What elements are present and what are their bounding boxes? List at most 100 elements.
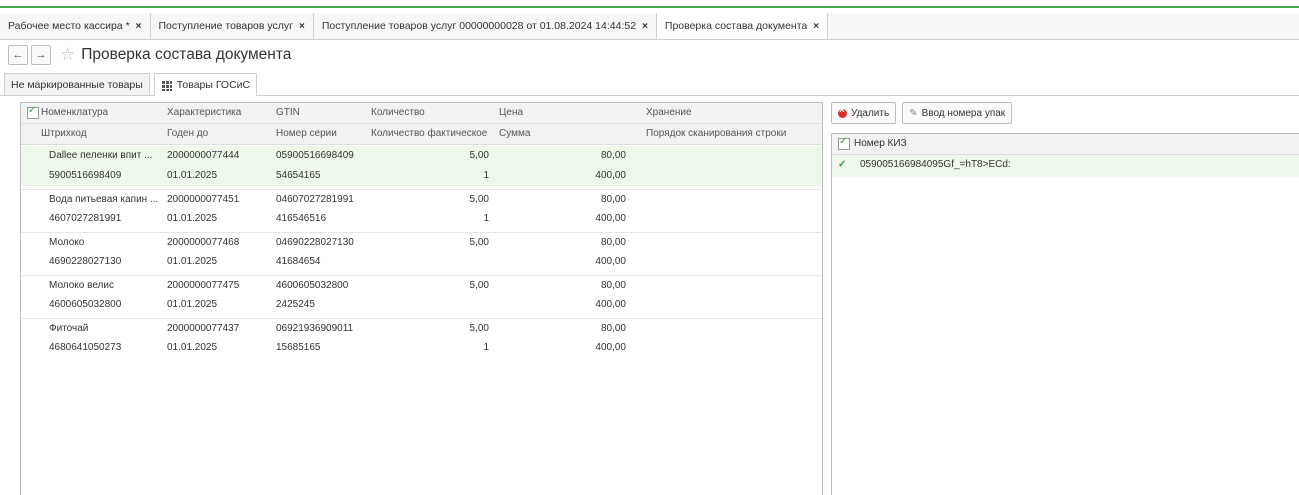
- goods-table: Номенклатура Характеристика GTIN Количес…: [20, 102, 823, 495]
- table-row[interactable]: Dallee пеленки впит ... 2000000077444 05…: [21, 146, 822, 166]
- close-icon[interactable]: ×: [299, 21, 305, 32]
- cell-qty: 5,00: [469, 323, 489, 334]
- cell-barcode: 5900516698409: [49, 170, 122, 181]
- tab-cashier[interactable]: Рабочее место кассира * ×: [0, 13, 151, 39]
- delete-button[interactable]: Удалить: [831, 102, 897, 124]
- kiz-panel: Удалить ✎ Ввод номера упак Номер КИЗ ✓ 0…: [831, 102, 1299, 495]
- col-storage[interactable]: Хранение: [646, 103, 816, 123]
- table-row[interactable]: 5900516698409 01.01.2025 54654165 1 400,…: [21, 166, 822, 186]
- close-icon[interactable]: ×: [642, 21, 648, 32]
- cell-expiry: 01.01.2025: [167, 256, 218, 267]
- delete-label: Удалить: [851, 107, 890, 119]
- enter-package-number-button[interactable]: ✎ Ввод номера упак: [902, 102, 1013, 124]
- col-sum[interactable]: Сумма: [499, 124, 599, 144]
- enter-package-label: Ввод номера упак: [921, 107, 1006, 119]
- pencil-icon: ✎: [909, 107, 918, 119]
- col-barcode[interactable]: Штрихкод: [41, 124, 161, 144]
- table-row[interactable]: Молоко велис 2000000077475 4600605032800…: [21, 275, 822, 296]
- cell-name: Вода питьевая капин ...: [49, 194, 159, 205]
- cell-fact: 1: [483, 170, 489, 181]
- forward-button[interactable]: →: [31, 45, 51, 65]
- cell-qty: 5,00: [469, 150, 489, 161]
- cell-price: 80,00: [600, 150, 626, 161]
- tab-receipt-doc[interactable]: Поступление товаров услуг 00000000028 от…: [314, 13, 657, 39]
- cell-sum: 400,00: [595, 213, 626, 224]
- tab-label: Не маркированные товары: [11, 78, 143, 91]
- tab-check-document[interactable]: Проверка состава документа ×: [656, 13, 829, 39]
- cell-expiry: 01.01.2025: [167, 299, 218, 310]
- col-quantity[interactable]: Количество: [371, 103, 491, 123]
- close-icon[interactable]: ×: [136, 21, 142, 32]
- cell-gtin: 04607027281991: [276, 194, 354, 205]
- cell-expiry: 01.01.2025: [167, 170, 218, 181]
- cell-barcode: 4680641050273: [49, 342, 122, 353]
- cell-sum: 400,00: [595, 299, 626, 310]
- kiz-table-header: Номер КИЗ: [832, 134, 1299, 155]
- table-row[interactable]: Молоко 2000000077468 04690228027130 5,00…: [21, 232, 822, 253]
- cell-fact: 1: [483, 342, 489, 353]
- cell-qty: 5,00: [469, 237, 489, 248]
- table-row[interactable]: Вода питьевая капин ... 2000000077451 04…: [21, 189, 822, 210]
- cell-sum: 400,00: [595, 342, 626, 353]
- tab-label: Рабочее место кассира *: [8, 20, 130, 32]
- cell-serial: 41684654: [276, 256, 321, 267]
- col-gtin[interactable]: GTIN: [276, 103, 366, 123]
- cell-expiry: 01.01.2025: [167, 342, 218, 353]
- tab-label: Проверка состава документа: [664, 20, 808, 32]
- tab-label: Товары ГОСиС: [176, 79, 251, 91]
- delete-icon: [838, 105, 847, 118]
- kiz-toolbar: Удалить ✎ Ввод номера упак: [831, 102, 1018, 124]
- tab-unmarked-goods[interactable]: Не маркированные товары: [4, 73, 150, 95]
- close-icon[interactable]: ×: [813, 21, 819, 32]
- col-scan-order[interactable]: Порядок сканирования строки: [646, 124, 816, 144]
- table-row[interactable]: Фиточай 2000000077437 06921936909011 5,0…: [21, 318, 822, 339]
- cell-fact: [371, 295, 489, 315]
- cell-name: Dallee пеленки впит ...: [49, 150, 153, 161]
- table-header-bottom: Штрихкод Годен до Номер серии Количество…: [21, 124, 822, 145]
- cell-barcode: 4600605032800: [49, 299, 122, 310]
- back-button[interactable]: ←: [8, 45, 28, 65]
- cell-price: 80,00: [600, 280, 626, 291]
- cell-serial: 54654165: [276, 170, 321, 181]
- table-row[interactable]: 4680641050273 01.01.2025 15685165 1 400,…: [21, 338, 822, 358]
- cell-char: 2000000077444: [167, 150, 240, 161]
- cell-serial: 15685165: [276, 342, 321, 353]
- table-icon: [160, 79, 172, 91]
- col-serial[interactable]: Номер серии: [276, 124, 366, 144]
- cell-barcode: 4607027281991: [49, 213, 122, 224]
- cell-name: Молоко: [49, 237, 85, 248]
- col-expiry[interactable]: Годен до: [167, 124, 267, 144]
- cell-char: 2000000077475: [167, 280, 240, 291]
- cell-char: 2000000077468: [167, 237, 240, 248]
- cell-price: 80,00: [600, 237, 626, 248]
- col-nomenclature[interactable]: Номенклатура: [41, 103, 161, 123]
- table-row[interactable]: 4607027281991 01.01.2025 416546516 1 400…: [21, 209, 822, 229]
- table-row[interactable]: 4690228027130 01.01.2025 41684654 400,00: [21, 252, 822, 272]
- tab-gosis-goods[interactable]: Товары ГОСиС: [153, 73, 258, 96]
- kiz-row[interactable]: ✓ 059005166984095Gf_=hT8>ECd:: [832, 155, 1299, 177]
- content-tabs: Не маркированные товары Товары ГОСиС: [0, 73, 1299, 96]
- cell-serial: 416546516: [276, 213, 327, 224]
- cell-gtin: 06921936909011: [276, 323, 354, 334]
- cell-name: Фиточай: [49, 323, 89, 334]
- col-characteristic[interactable]: Характеристика: [167, 103, 267, 123]
- select-all-checkbox[interactable]: [838, 136, 850, 150]
- col-kiz-number[interactable]: Номер КИЗ: [854, 134, 907, 154]
- cell-qty: 5,00: [469, 194, 489, 205]
- kiz-value: 059005166984095Gf_=hT8>ECd:: [860, 159, 1011, 170]
- select-all-checkbox[interactable]: [27, 105, 39, 119]
- tab-receipt[interactable]: Поступление товаров услуг ×: [151, 13, 314, 39]
- table-row[interactable]: 4600605032800 01.01.2025 2425245 400,00: [21, 295, 822, 315]
- title-row: ← → ☆ Проверка состава документа: [8, 42, 291, 68]
- top-accent-bar: [0, 0, 1299, 8]
- checkmark-icon: ✓: [838, 159, 847, 170]
- window-tabs: Рабочее место кассира * × Поступление то…: [0, 13, 1299, 40]
- col-actual-quantity[interactable]: Количество фактическое: [371, 124, 496, 144]
- favorite-star-icon[interactable]: ☆: [60, 45, 75, 65]
- cell-gtin: 4600605032800: [276, 280, 349, 291]
- tab-label: Поступление товаров услуг: [158, 20, 293, 32]
- cell-qty: 5,00: [469, 280, 489, 291]
- col-price[interactable]: Цена: [499, 103, 599, 123]
- cell-price: 80,00: [600, 194, 626, 205]
- cell-fact: [371, 252, 489, 272]
